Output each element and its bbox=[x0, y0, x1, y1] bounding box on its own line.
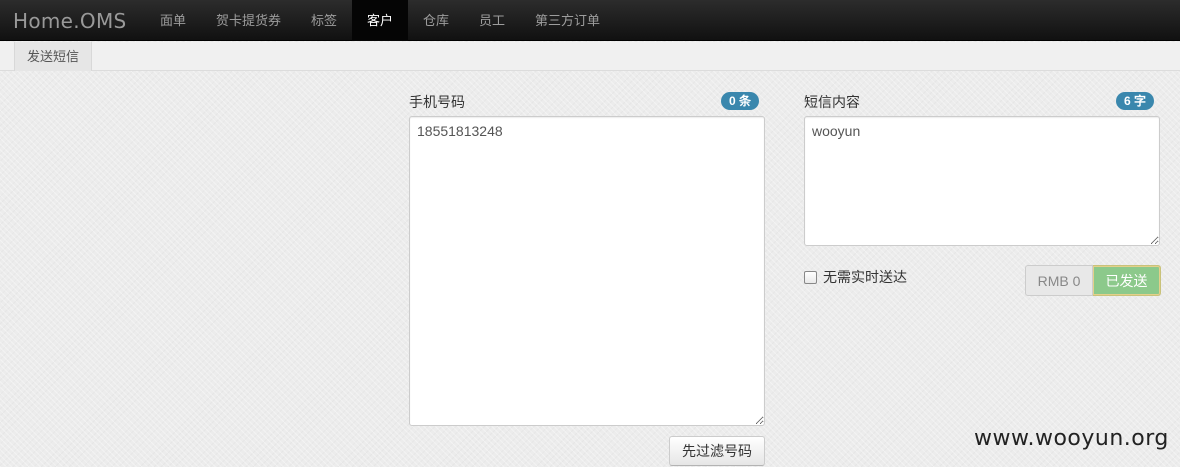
nav-item-waybill[interactable]: 面单 bbox=[145, 0, 201, 41]
nav-item-third-party-orders[interactable]: 第三方订单 bbox=[520, 0, 615, 41]
filter-numbers-button[interactable]: 先过滤号码 bbox=[669, 436, 765, 466]
sub-navbar: 发送短信 bbox=[0, 42, 1180, 71]
sms-char-count-badge: 6 字 bbox=[1116, 92, 1155, 110]
nav-item-warehouse[interactable]: 仓库 bbox=[408, 0, 464, 41]
nav-item-employees[interactable]: 员工 bbox=[464, 0, 520, 41]
price-button[interactable]: RMB 0 bbox=[1025, 265, 1093, 296]
subnav-item-send-sms[interactable]: 发送短信 bbox=[14, 42, 93, 71]
send-button-group: RMB 0 已发送 bbox=[1025, 265, 1161, 296]
sms-content-textarea[interactable]: wooyun bbox=[804, 116, 1160, 246]
no-realtime-delivery-checkbox[interactable] bbox=[804, 270, 817, 284]
no-realtime-delivery-label: 无需实时送达 bbox=[823, 269, 907, 285]
phone-count-badge: 0 条 bbox=[721, 92, 760, 110]
sent-button[interactable]: 已发送 bbox=[1093, 265, 1161, 296]
nav-item-gift-card[interactable]: 贺卡提货券 bbox=[201, 0, 296, 41]
phone-numbers-label: 手机号码 bbox=[409, 94, 465, 110]
no-realtime-delivery-option[interactable]: 无需实时送达 bbox=[804, 268, 907, 286]
brand-logo[interactable]: Home.OMS bbox=[13, 9, 127, 33]
nav-item-labels[interactable]: 标签 bbox=[296, 0, 352, 41]
phone-numbers-textarea[interactable]: 18551813248 bbox=[409, 116, 765, 426]
top-navbar: Home.OMS 面单 贺卡提货券 标签 客户 仓库 员工 第三方订单 bbox=[0, 0, 1180, 41]
sms-content-label: 短信内容 bbox=[804, 94, 860, 110]
watermark-text: www.wooyun.org bbox=[974, 426, 1169, 451]
nav-item-customers[interactable]: 客户 bbox=[352, 0, 409, 41]
